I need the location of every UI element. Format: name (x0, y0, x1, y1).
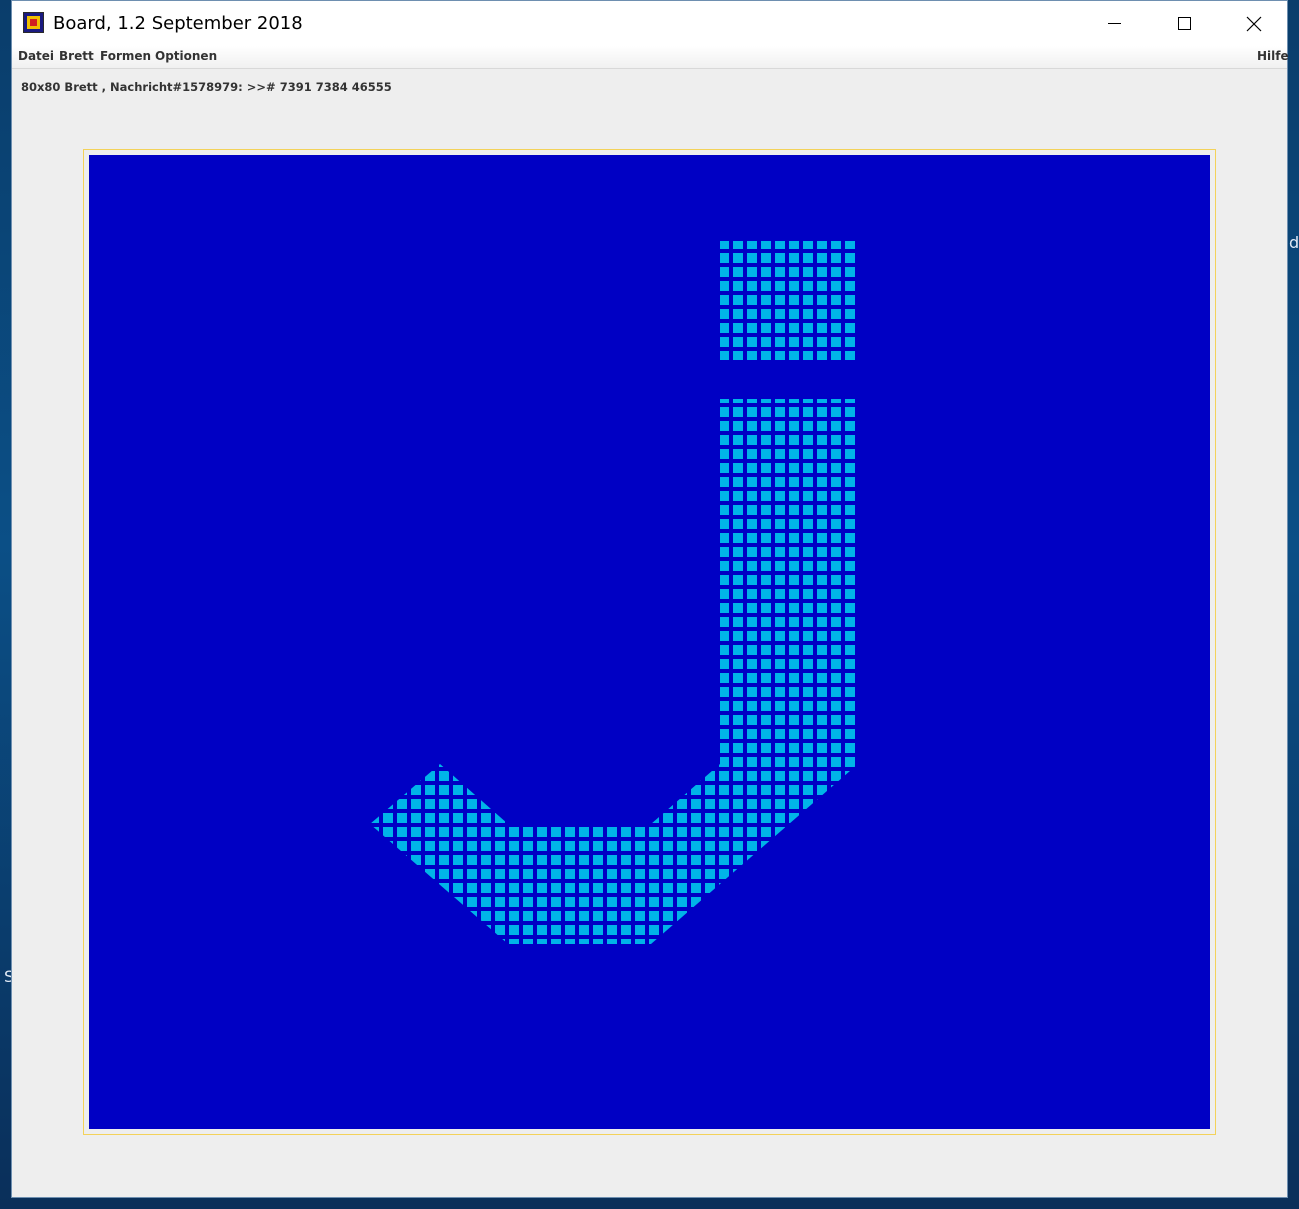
menu-datei[interactable]: Datei (18, 49, 54, 63)
j-shape-body (370, 399, 858, 944)
maximize-button[interactable] (1149, 1, 1219, 46)
app-window: Board, 1.2 September 2018 Datei Brett Fo… (11, 0, 1289, 1198)
menu-hilfe[interactable]: Hilfe (1257, 49, 1289, 63)
desktop-text-fragment-top: d (1289, 233, 1299, 252)
menu-optionen[interactable]: Optionen (155, 49, 217, 63)
close-button[interactable] (1219, 1, 1289, 46)
status-message: 80x80 Brett , Nachricht#1578979: >># 739… (21, 80, 392, 94)
j-shape-dot (720, 241, 858, 360)
close-icon (1246, 16, 1262, 31)
minimize-button[interactable] (1079, 1, 1149, 46)
title-bar[interactable]: Board, 1.2 September 2018 (12, 1, 1287, 46)
menu-brett[interactable]: Brett (59, 49, 94, 63)
window-title: Board, 1.2 September 2018 (53, 13, 303, 34)
game-board[interactable] (89, 155, 1210, 1129)
maximize-icon (1177, 17, 1191, 30)
menu-bar: Datei Brett Formen Optionen Hilfe (12, 46, 1289, 69)
menu-formen[interactable]: Formen (100, 49, 151, 63)
minimize-icon (1107, 23, 1121, 24)
app-icon (23, 12, 44, 33)
board-canvas[interactable] (89, 155, 1210, 1129)
